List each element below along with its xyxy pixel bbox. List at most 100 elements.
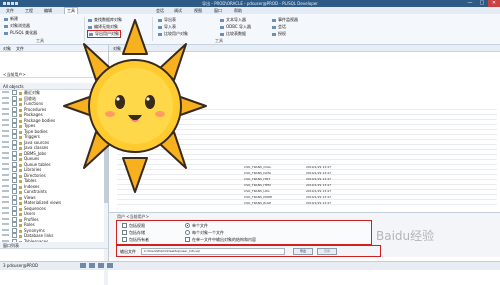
tree-item[interactable]: DBMS_Jobs (12, 150, 46, 156)
include-storage-checkbox[interactable]: 包括权限 (122, 223, 145, 229)
expand-icon[interactable] (12, 227, 17, 233)
view-button[interactable]: 查看 (317, 248, 337, 255)
expand-icon[interactable] (12, 95, 17, 101)
tree-item[interactable]: Triggers (12, 134, 40, 139)
expand-icon[interactable] (12, 161, 17, 167)
status-icon[interactable] (80, 263, 86, 268)
quick-access-toolbar[interactable] (3, 1, 21, 6)
tree-item[interactable]: Packages (12, 112, 43, 117)
ribbon-event-monitor[interactable]: 事件监视器 (272, 17, 298, 23)
status-icon[interactable] (89, 263, 95, 268)
expand-icon[interactable] (12, 106, 17, 112)
status-icon[interactable] (98, 263, 104, 268)
expand-icon[interactable] (12, 117, 17, 123)
minimize-button[interactable]: — (464, 0, 476, 7)
ribbon-grants[interactable]: 授权 (272, 31, 286, 37)
expand-icon[interactable] (12, 200, 17, 205)
object-name[interactable]: CSO_TRANS_COLL (244, 165, 271, 169)
expand-icon[interactable] (12, 134, 17, 139)
expand-icon[interactable] (12, 178, 17, 183)
object-date: 2019/1/29 13:47 (306, 177, 331, 181)
tab-objects[interactable]: 对象 (3, 46, 11, 52)
expand-icon[interactable] (12, 150, 17, 156)
tree-item[interactable]: Directories (12, 172, 46, 178)
tree-item[interactable]: Constraints (12, 189, 47, 194)
tree-item[interactable]: Tables (12, 178, 36, 183)
checkbox-icon (122, 223, 127, 228)
tree-item[interactable]: Materialized views (12, 200, 61, 205)
tree-item[interactable]: Types (12, 123, 35, 128)
object-name[interactable]: CSO_TRANS_LOG (244, 189, 270, 193)
object-name[interactable]: CSO_TRANS_DATA (244, 171, 271, 175)
expand-icon[interactable] (12, 233, 17, 238)
tree-item-label: Package bodies (24, 117, 56, 123)
object-date: 2019/1/29 13:47 (306, 201, 331, 205)
ribbon-beautifier[interactable]: PL/SQL 美化器 (4, 30, 37, 36)
tab-files[interactable]: 文件 (16, 46, 24, 52)
tree-item[interactable]: Synonyms (12, 227, 45, 233)
object-name[interactable]: CSO_TRANS_ITEM (244, 183, 271, 187)
tree-item[interactable]: Profiles (12, 216, 39, 222)
expand-icon[interactable] (12, 167, 17, 172)
maximize-button[interactable]: □ (476, 0, 488, 7)
tree-item[interactable]: Views (12, 194, 36, 200)
expand-icon[interactable] (12, 139, 17, 145)
tree-item[interactable]: Queue tables (12, 161, 51, 167)
tree-item-label: Triggers (24, 134, 40, 139)
tree-item[interactable]: Users (12, 211, 35, 216)
one-file-per-object-radio[interactable]: 每个对象一个文件 (185, 230, 224, 236)
expand-icon[interactable] (12, 123, 17, 128)
object-name[interactable]: CSO_TRANS_RULE (244, 201, 271, 205)
object-date: 2019/1/29 13:47 (306, 165, 331, 169)
status-icon[interactable] (107, 263, 113, 268)
per-object-folder-checkbox[interactable]: 在单一文件中输出对象的结构和内容 (185, 237, 256, 243)
tree-item[interactable]: Queues (12, 156, 39, 161)
expand-icon[interactable] (12, 156, 17, 161)
expand-icon[interactable] (12, 205, 17, 211)
tree-item[interactable]: Indexes (12, 183, 39, 189)
tree-gutter (2, 162, 9, 165)
object-date: 2019/1/29 13:47 (306, 189, 331, 193)
expand-icon[interactable] (12, 194, 17, 200)
include-owner-checkbox[interactable]: 包括所有者 (122, 237, 149, 243)
tree-item[interactable]: Database links (12, 233, 54, 238)
tree-item[interactable]: Roles (12, 222, 35, 227)
single-file-radio[interactable]: 单个文件 (185, 223, 208, 229)
tree-item-label: Libraries (24, 167, 42, 172)
object-name[interactable]: CSO_TRANS_HIST (244, 177, 270, 181)
ribbon-new[interactable]: 新建 (4, 16, 18, 22)
export-button[interactable]: 导出 (293, 248, 313, 255)
ribbon-odbc-importer[interactable]: ODBC 导入器 (220, 24, 251, 30)
ribbon-open[interactable]: 对象浏览器 (4, 23, 30, 29)
tree-item[interactable]: Sequences (12, 205, 46, 211)
expand-icon[interactable] (12, 216, 17, 222)
tree-item[interactable]: Procedures (12, 106, 46, 112)
expand-icon[interactable] (12, 189, 17, 194)
expand-icon[interactable] (12, 222, 17, 227)
right-cheek (155, 111, 165, 117)
expand-icon[interactable] (12, 145, 17, 150)
include-grants-checkbox[interactable]: 包括存储 (122, 230, 145, 236)
tree-gutter (2, 223, 9, 225)
tree-item[interactable]: Functions (12, 101, 43, 106)
tree-item[interactable]: Type bodies (12, 128, 48, 134)
expand-icon[interactable] (12, 112, 17, 117)
expand-icon[interactable] (12, 128, 17, 134)
tree-item[interactable]: Package bodies (12, 117, 56, 123)
ribbon-compare-table-data[interactable]: 比较表数据 (220, 31, 246, 37)
object-name[interactable]: CSO_TRANS_NODE (244, 195, 272, 199)
expand-icon[interactable] (12, 101, 17, 106)
tree-item[interactable]: Libraries (12, 167, 41, 172)
expand-icon[interactable] (12, 183, 17, 189)
expand-icon[interactable] (12, 172, 17, 178)
tree-gutter (2, 173, 9, 176)
output-file-input[interactable]: C:\Users\Public\Desktop\user_info.sql (141, 248, 285, 255)
tree-item[interactable]: Java sources (12, 139, 49, 145)
close-button[interactable]: ✕ (488, 0, 500, 7)
tree-item[interactable]: Java classes (12, 145, 48, 150)
output-file-row: 输出文件 C:\Users\Public\Desktop\user_info.s… (116, 245, 381, 257)
ribbon-text-importer[interactable]: 文本导入器 (220, 17, 246, 23)
expand-icon[interactable] (12, 90, 17, 95)
expand-icon[interactable] (12, 211, 17, 216)
ribbon-sessions[interactable]: 会话 (272, 24, 286, 30)
